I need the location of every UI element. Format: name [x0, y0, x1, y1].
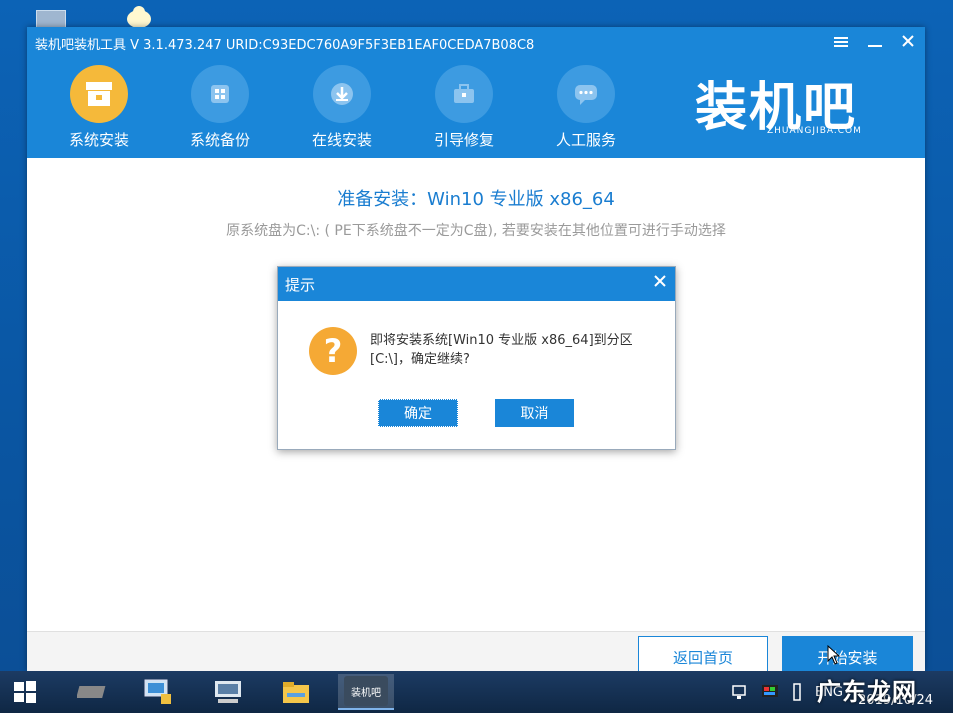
- network-icon[interactable]: [731, 684, 749, 700]
- computer-icon: [215, 681, 241, 703]
- usb-icon[interactable]: [791, 683, 803, 701]
- start-button[interactable]: [0, 674, 50, 710]
- system-backup-icon: [191, 65, 249, 123]
- dialog-message: 即将安装系统[Win10 专业版 x86_64]到分区[C:\]，确定继续?: [370, 333, 633, 367]
- nav-system-install[interactable]: 系统安装: [54, 65, 144, 150]
- download-icon: [313, 65, 371, 123]
- nav-label: 系统安装: [68, 131, 129, 149]
- menu-icon[interactable]: [831, 33, 851, 52]
- nav-manual-service[interactable]: 人工服务: [541, 65, 631, 150]
- toolbox-icon: [435, 65, 493, 123]
- windows-icon: [14, 681, 36, 703]
- monitor-network-icon: [144, 679, 171, 704]
- usb-app-icon: 装机吧: [344, 676, 388, 706]
- install-note: 原系统盘为C:\: ( PE下系统盘不一定为C盘), 若要安装在其他位置可进行手…: [226, 223, 726, 239]
- confirm-dialog: 提示 ? 即将安装系统[Win10 专业版 x86_64]到分区[C:\]，确定…: [277, 266, 676, 450]
- chip-icon: [77, 686, 106, 698]
- logo-subtitle: ZHUANGJIBA.COM: [767, 126, 862, 136]
- taskbar-app-label: 装机吧: [351, 687, 381, 699]
- taskbar-app-remote[interactable]: [200, 674, 256, 710]
- nav-label: 引导修复: [433, 131, 494, 149]
- nav-system-backup[interactable]: 系统备份: [175, 65, 265, 150]
- taskbar-app-zhuangjiba[interactable]: 装机吧: [338, 674, 394, 710]
- cancel-button[interactable]: 取消: [495, 399, 574, 427]
- taskbar-app-explorer[interactable]: [268, 674, 324, 710]
- ok-button[interactable]: 确定: [378, 399, 458, 427]
- taskbar-app-hardware[interactable]: [66, 674, 122, 710]
- folder-icon: [283, 682, 309, 703]
- system-install-icon: [70, 65, 128, 123]
- nav-label: 在线安装: [311, 131, 372, 149]
- mouse-cursor-icon: [827, 644, 841, 669]
- dialog-header: 提示: [278, 267, 675, 301]
- taskbar-app-network[interactable]: [130, 674, 186, 710]
- close-icon[interactable]: [653, 272, 667, 293]
- window-title: 装机吧装机工具 V 3.1.473.247 URID:C93EDC760A9F5…: [35, 38, 535, 53]
- nav-label: 系统备份: [189, 131, 250, 149]
- watermark: 广东龙网: [817, 678, 917, 706]
- minimize-icon[interactable]: [865, 33, 885, 52]
- chat-icon: [557, 65, 615, 123]
- display-icon[interactable]: [761, 684, 779, 700]
- close-icon[interactable]: [898, 33, 918, 52]
- nav-label: 人工服务: [555, 131, 616, 149]
- taskbar: 装机吧 ENG 2019/10/24: [0, 671, 953, 713]
- question-icon: ?: [309, 327, 357, 375]
- install-title: 准备安装：Win10 专业版 x86_64: [337, 189, 615, 210]
- nav-online-install[interactable]: 在线安装: [297, 65, 387, 150]
- app-header: 装机吧装机工具 V 3.1.473.247 URID:C93EDC760A9F5…: [27, 27, 925, 158]
- desktop-icon[interactable]: [124, 5, 154, 29]
- nav-boot-repair[interactable]: 引导修复: [419, 65, 509, 150]
- dialog-title: 提示: [285, 276, 316, 294]
